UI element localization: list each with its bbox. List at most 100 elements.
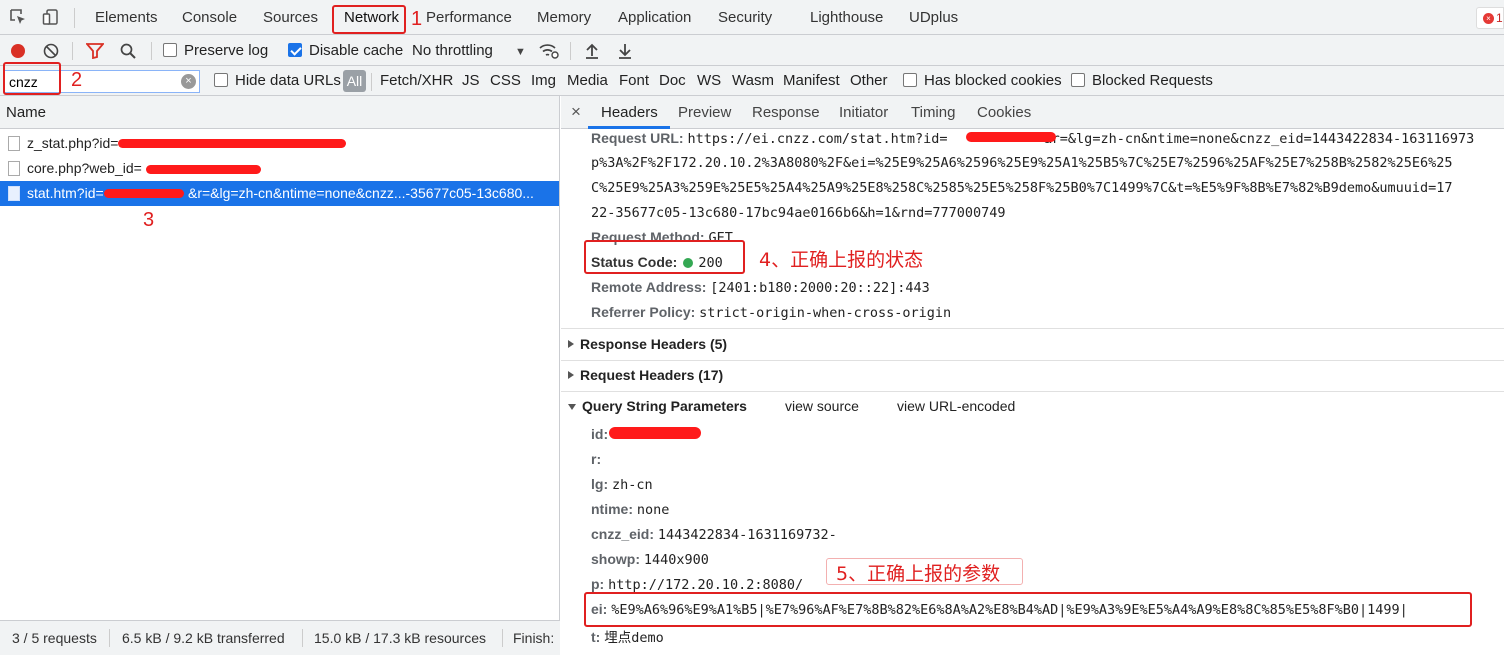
filter-type-font[interactable]: Font	[619, 72, 649, 89]
redaction-mark	[966, 132, 1056, 142]
status-divider	[109, 629, 110, 647]
network-filterbar: cnzz × Hide data URLs All Fetch/XHR JS C…	[0, 66, 1504, 96]
request-list-panel: Name z_stat.php?id= core.php?web_id= sta…	[0, 96, 560, 655]
filter-type-img[interactable]: Img	[531, 72, 556, 89]
export-har-icon[interactable]	[618, 42, 632, 59]
filter-type-other[interactable]: Other	[850, 72, 888, 89]
tabbar-divider	[74, 8, 75, 28]
section-divider	[561, 391, 1504, 392]
checkbox-unchecked	[1071, 73, 1085, 87]
tab-headers[interactable]: Headers	[601, 104, 658, 121]
inspect-element-icon[interactable]	[9, 8, 27, 26]
import-har-icon[interactable]	[585, 42, 599, 59]
filter-type-ws[interactable]: WS	[697, 72, 721, 89]
annotation-box-status-code	[584, 240, 745, 274]
tab-cookies[interactable]: Cookies	[977, 104, 1031, 121]
referrer-policy-row: Referrer Policy: strict-origin-when-cros…	[591, 304, 952, 321]
tab-application[interactable]: Application	[618, 9, 691, 26]
status-divider	[302, 629, 303, 647]
filter-all-button[interactable]: All	[343, 70, 366, 92]
filter-type-wasm[interactable]: Wasm	[732, 72, 774, 89]
clear-filter-icon[interactable]: ×	[181, 74, 196, 89]
annotation-box-ei-param	[584, 592, 1472, 627]
network-conditions-icon[interactable]	[538, 42, 560, 60]
response-headers-section[interactable]: Response Headers (5)	[568, 336, 727, 352]
filter-type-js[interactable]: JS	[462, 72, 480, 89]
toolbar-divider	[570, 42, 571, 60]
image-file-icon	[8, 186, 20, 201]
redaction-mark	[104, 189, 184, 198]
filter-type-media[interactable]: Media	[567, 72, 608, 89]
param-row: cnzz_eid: 1443422834-1631169732-	[591, 526, 837, 543]
view-source-link[interactable]: view source	[785, 398, 859, 414]
request-url-continued: 22-35677c05-13c680-17bc94ae0166b6&h=1&rn…	[591, 205, 1006, 221]
tab-lighthouse[interactable]: Lighthouse	[810, 9, 883, 26]
checkbox-checked	[288, 43, 302, 57]
param-row: p: http://172.20.10.2:8080/	[591, 576, 804, 593]
query-string-section[interactable]: Query String Parameters	[568, 398, 747, 414]
blocked-requests-checkbox[interactable]: Blocked Requests	[1071, 72, 1213, 89]
filter-type-css[interactable]: CSS	[490, 72, 521, 89]
annotation-box-filter	[3, 62, 61, 95]
devtools-main-tabbar: Elements Console Sources Network Perform…	[0, 0, 1504, 35]
section-divider	[561, 360, 1504, 361]
section-divider	[561, 328, 1504, 329]
tab-security[interactable]: Security	[718, 9, 772, 26]
error-count-badge[interactable]: × 1	[1476, 7, 1504, 29]
request-row-selected[interactable]: stat.htm?id= &r=&lg=zh-cn&ntime=none&cnz…	[0, 181, 559, 206]
tab-response[interactable]: Response	[752, 104, 820, 121]
error-icon: ×	[1483, 13, 1494, 24]
checkbox-unchecked	[214, 73, 228, 87]
view-url-encoded-link[interactable]: view URL-encoded	[897, 398, 1015, 414]
chevron-down-icon	[568, 404, 576, 410]
device-toolbar-icon[interactable]	[42, 8, 60, 26]
filter-icon[interactable]	[86, 43, 104, 59]
param-row: showp: 1440x900	[591, 551, 709, 568]
close-icon[interactable]: ×	[571, 102, 581, 122]
tab-elements[interactable]: Elements	[95, 9, 158, 26]
chevron-down-icon: ▼	[515, 46, 526, 58]
tab-initiator[interactable]: Initiator	[839, 104, 888, 121]
param-row: ntime: none	[591, 501, 670, 518]
tab-memory[interactable]: Memory	[537, 9, 591, 26]
filter-type-doc[interactable]: Doc	[659, 72, 686, 89]
disable-cache-checkbox[interactable]: Disable cache	[288, 42, 403, 59]
has-blocked-cookies-checkbox[interactable]: Has blocked cookies	[903, 72, 1062, 89]
network-toolbar: Preserve log Disable cache No throttling…	[0, 35, 1504, 66]
column-header-name[interactable]: Name	[0, 96, 559, 129]
filter-divider	[371, 73, 372, 91]
tab-performance[interactable]: Performance	[426, 9, 512, 26]
detail-tabbar: × Headers Preview Response Initiator Tim…	[561, 96, 1504, 129]
toolbar-divider	[151, 42, 152, 60]
param-row: r:	[591, 451, 602, 467]
resources-size: 15.0 kB / 17.3 kB resources	[314, 630, 486, 646]
checkbox-unchecked	[163, 43, 177, 57]
filter-type-fetch-xhr[interactable]: Fetch/XHR	[380, 72, 453, 89]
hide-data-urls-checkbox[interactable]: Hide data URLs	[214, 72, 341, 89]
status-divider	[502, 629, 503, 647]
remote-address-row: Remote Address: [2401:b180:2000:20::22]:…	[591, 279, 930, 296]
clear-icon[interactable]	[43, 43, 59, 59]
request-row[interactable]: z_stat.php?id=	[0, 131, 559, 156]
record-icon[interactable]	[10, 43, 26, 59]
request-row[interactable]: core.php?web_id=	[0, 156, 559, 181]
request-url-continued: C%25E9%25A3%259E%25E5%25A4%25A9%25E8%258…	[591, 180, 1453, 196]
request-url-continued: p%3A%2F%2F172.20.10.2%3A8080%2F&ei=%25E9…	[591, 155, 1453, 171]
search-icon[interactable]	[120, 43, 136, 59]
throttling-select[interactable]: No throttling ▼	[412, 42, 526, 59]
tab-console[interactable]: Console	[182, 9, 237, 26]
annotation-box-network-tab	[332, 5, 406, 34]
checkbox-unchecked	[903, 73, 917, 87]
finish-time: Finish:	[513, 630, 555, 646]
preserve-log-checkbox[interactable]: Preserve log	[163, 42, 268, 59]
annotation-label-4: 4、正确上报的状态	[759, 249, 924, 271]
tab-udplus[interactable]: UDplus	[909, 9, 958, 26]
tab-preview[interactable]: Preview	[678, 104, 731, 121]
annotation-label-1: 1	[411, 8, 423, 30]
request-headers-section[interactable]: Request Headers (17)	[568, 367, 723, 383]
tab-timing[interactable]: Timing	[911, 104, 955, 121]
tab-sources[interactable]: Sources	[263, 9, 318, 26]
filter-type-manifest[interactable]: Manifest	[783, 72, 840, 89]
toolbar-divider	[72, 42, 73, 60]
document-icon	[8, 161, 20, 176]
